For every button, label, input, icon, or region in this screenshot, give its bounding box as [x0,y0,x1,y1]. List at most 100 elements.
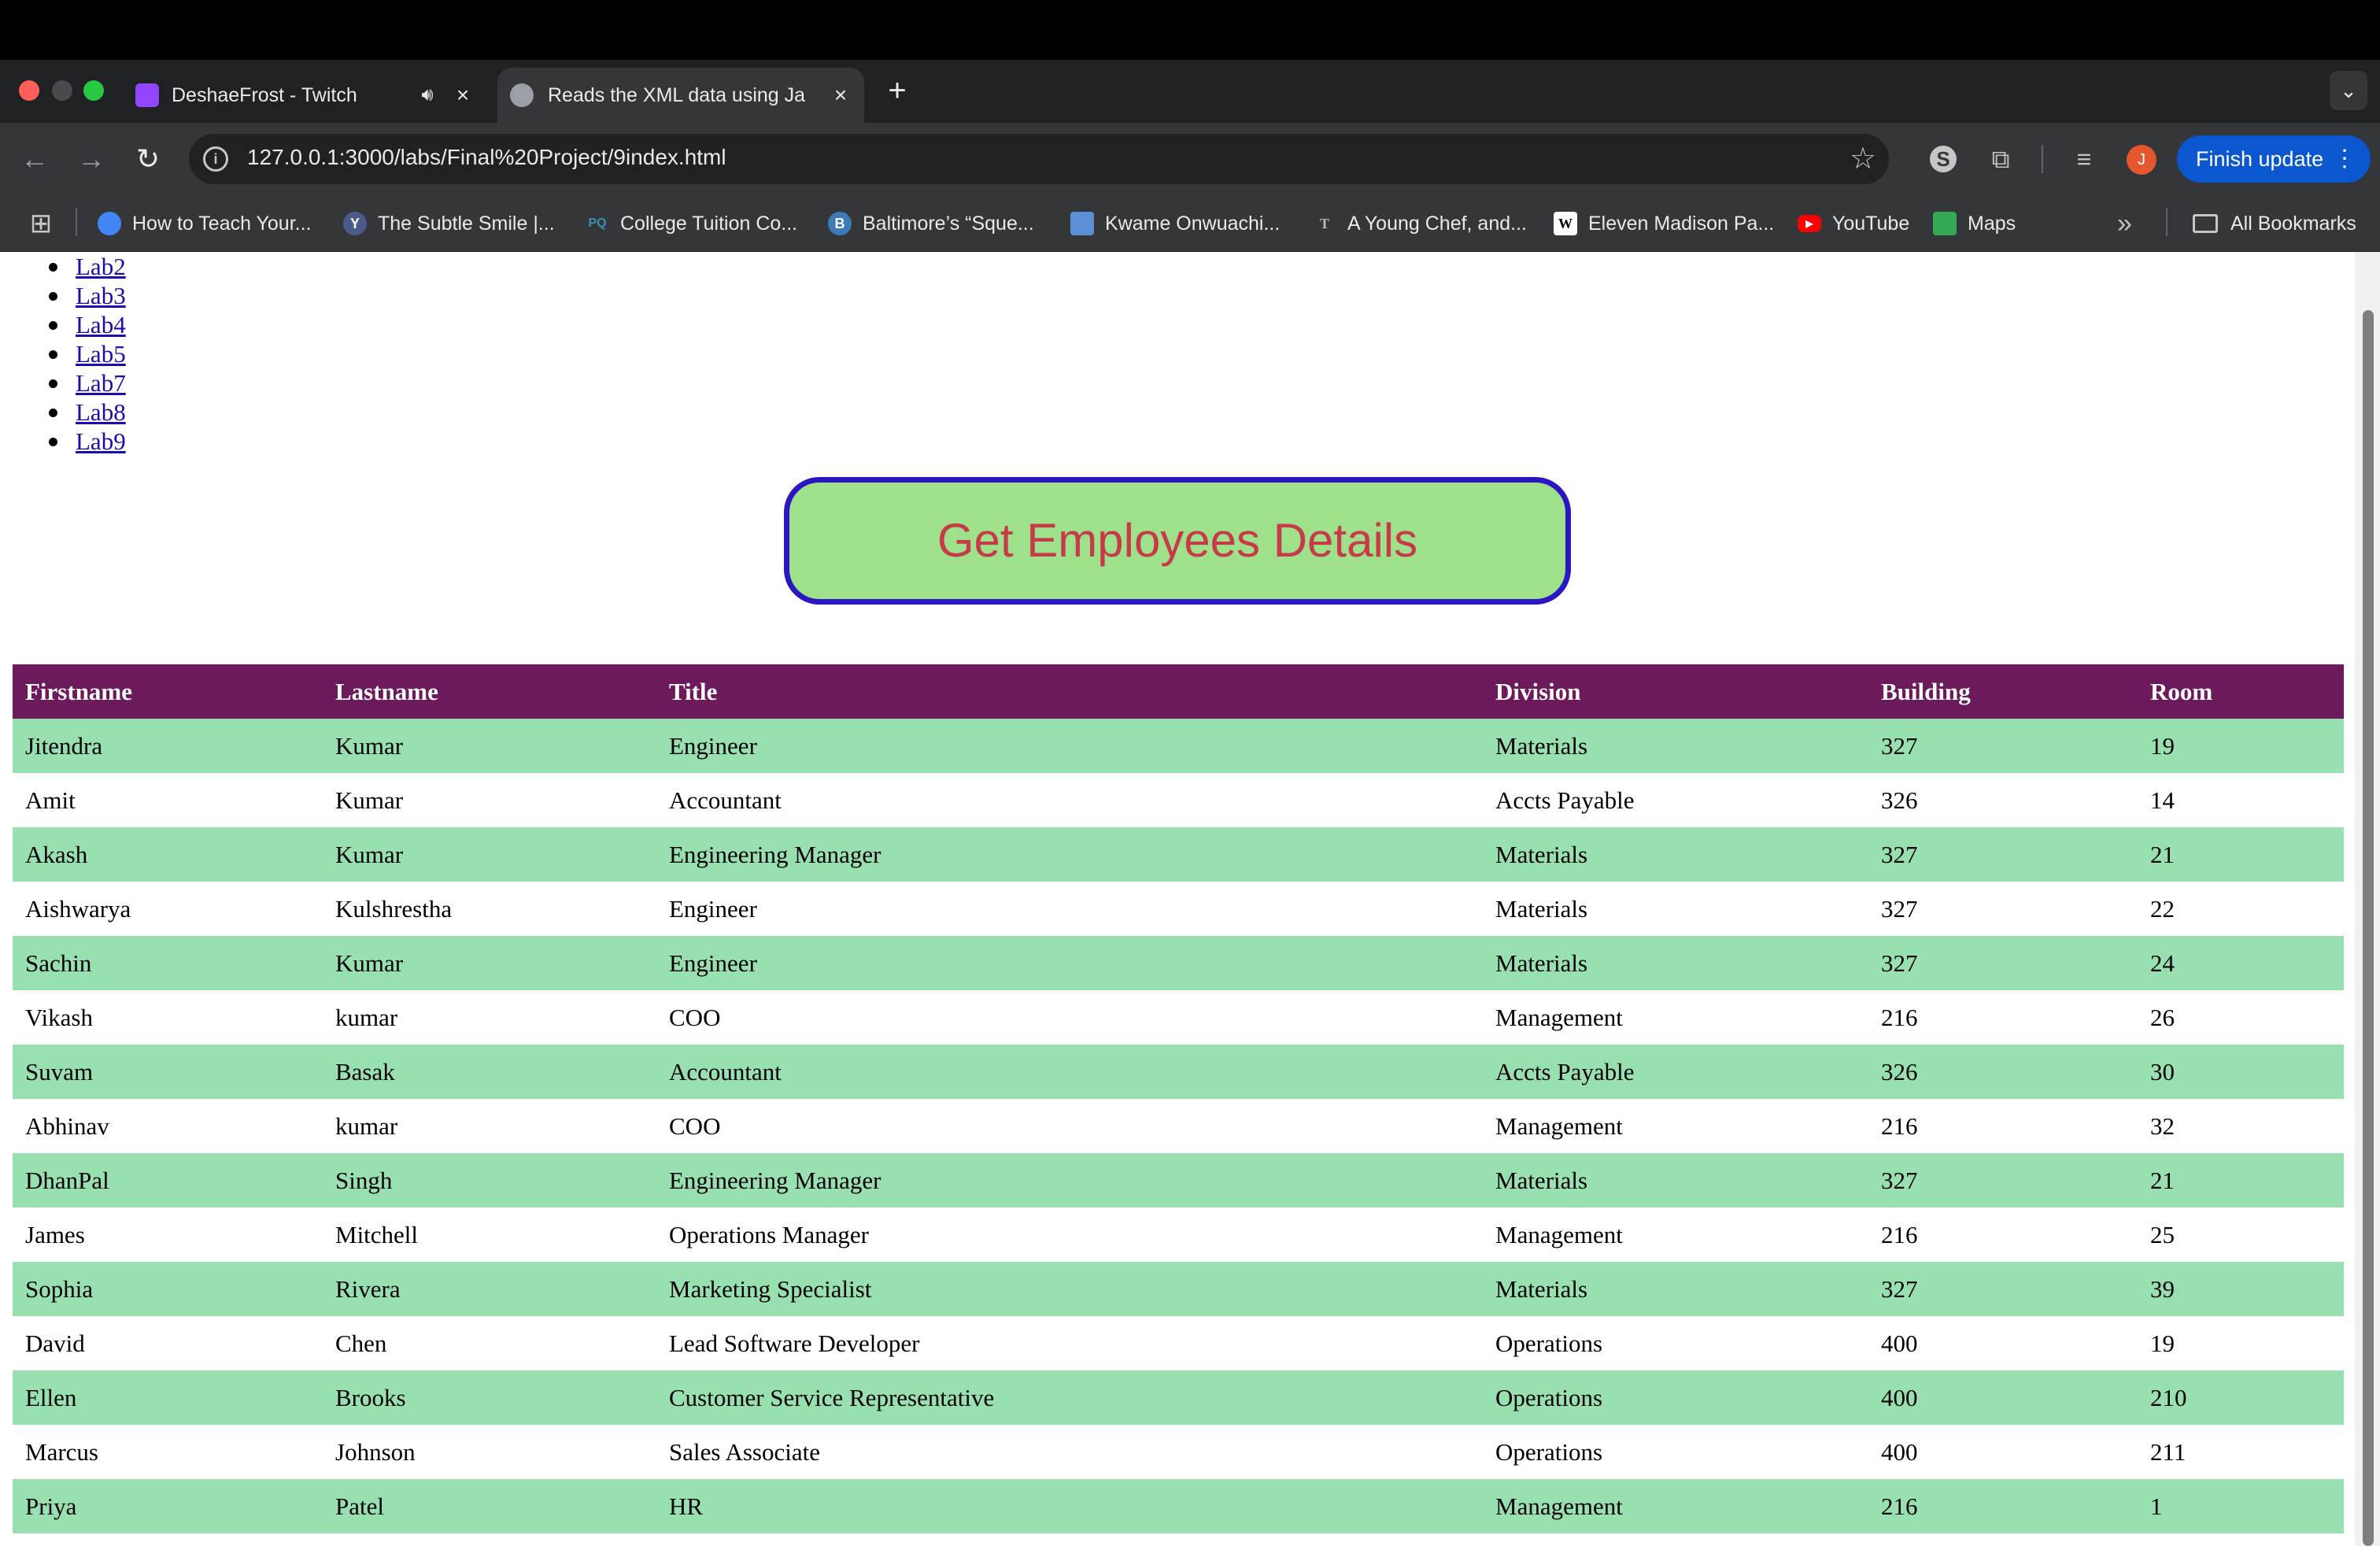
column-header: Room [2138,664,2344,719]
table-cell: Materials [1483,936,1868,990]
table-cell: Materials [1483,882,1868,936]
bookmark-item[interactable]: B Baltimore’s “Sque... [828,206,1034,241]
maximize-window-button[interactable] [83,80,104,101]
table-cell: Materials [1483,719,1868,773]
table-cell: Sophia [13,1262,323,1316]
lab-link-lab8[interactable]: Lab8 [76,398,126,426]
table-cell: 210 [2138,1370,2344,1425]
bookmark-item[interactable]: W Eleven Madison Pa... [1554,206,1774,241]
table-row: Suvam Basak Accountant Accts Payable 326 30 [13,1045,2344,1099]
table-cell: Kumar [323,773,656,827]
tab-xml-reader[interactable]: Reads the XML data using Ja × [497,68,864,123]
table-cell: 14 [2138,773,2344,827]
get-employees-details-button[interactable]: Get Employees Details [784,477,1571,605]
reload-button[interactable]: ↻ [129,140,167,178]
table-cell: 211 [2138,1425,2344,1479]
lab-link-lab9[interactable]: Lab9 [76,427,126,455]
table-cell: Vikash [13,990,323,1045]
table-cell: 400 [1868,1370,2138,1425]
bookmark-item[interactable]: Y The Subtle Smile |... [343,206,555,241]
table-cell: Materials [1483,1262,1868,1316]
all-bookmarks-button[interactable]: All Bookmarks [2193,206,2356,241]
extensions-puzzle-icon[interactable]: ⧉ [1983,142,2018,176]
table-row: Priya Patel HR Management 216 1 [13,1479,2344,1533]
bookmark-item[interactable]: Maps [1933,206,2016,241]
lab-link-lab5[interactable]: Lab5 [76,340,126,368]
column-header: Firstname [13,664,323,719]
tab-title: DeshaeFrost - Twitch [172,83,357,106]
avatar[interactable]: J [2127,145,2156,175]
bookmarks-divider [76,208,77,236]
finish-update-label: Finish update [2196,147,2324,171]
minimize-window-button[interactable] [52,80,72,101]
grammarly-extension-icon[interactable]: S [1930,146,1957,172]
table-row: Marcus Johnson Sales Associate Operations 40… [13,1425,2344,1479]
table-cell: HR [656,1479,1483,1533]
site-info-icon[interactable]: i [203,146,228,172]
bookmark-star-icon[interactable]: ☆ [1850,142,1876,176]
bookmark-item[interactable]: T A Young Chef, and... [1313,206,1527,241]
media-controls-icon[interactable]: ≡ [2067,142,2101,176]
table-cell: Engineer [656,882,1483,936]
lab-list-item: Lab5 [0,339,126,368]
table-cell: Engineering Manager [656,827,1483,882]
table-cell: Operations [1483,1316,1868,1370]
close-tab-icon[interactable]: × [825,83,856,108]
table-cell: Management [1483,990,1868,1045]
table-cell: 216 [1868,1208,2138,1262]
lab-link-lab7[interactable]: Lab7 [76,369,126,397]
lab-link-lab2[interactable]: Lab2 [76,253,126,280]
table-cell: kumar [323,1099,656,1153]
table-cell: 32 [2138,1099,2344,1153]
bookmark-item[interactable]: How to Teach Your... [98,206,311,241]
tab-twitch[interactable]: DeshaeFrost - Twitch 🔊︎ × [126,68,488,123]
maps-icon [1933,212,1957,235]
more-bookmarks-icon[interactable]: » [2117,206,2132,241]
finish-update-button[interactable]: Finish update ⋮ [2177,135,2371,183]
table-cell: Accountant [656,1045,1483,1099]
table-cell: Johnson [323,1425,656,1479]
new-tab-button[interactable]: + [881,71,913,110]
table-cell: Operations Manager [656,1208,1483,1262]
table-cell: James [13,1208,323,1262]
table-cell: 19 [2138,1316,2344,1370]
table-cell: Accts Payable [1483,773,1868,827]
bookmark-item[interactable]: Kwame Onwuachi... [1070,206,1280,241]
table-cell: 25 [2138,1208,2344,1262]
yale-icon: Y [343,212,367,235]
table-cell: Kumar [323,719,656,773]
lab-list-item: Lab4 [0,310,126,339]
more-menu-icon[interactable]: ⋮ [2333,135,2356,183]
speaker-icon[interactable]: 🔊︎ [408,84,447,106]
table-cell: Sales Associate [656,1425,1483,1479]
bookmark-label: The Subtle Smile |... [378,212,555,235]
table-cell: 19 [2138,719,2344,773]
forward-button[interactable]: → [72,140,110,178]
b-circle-icon: B [828,212,852,235]
table-cell: Marketing Specialist [656,1262,1483,1316]
back-button[interactable]: ← [16,140,54,178]
globe-blue-icon [98,212,121,235]
scrollbar-thumb[interactable] [2363,310,2374,1546]
bookmark-item[interactable]: PQ College Tuition Co... [586,206,797,241]
table-cell: Priya [13,1479,323,1533]
table-cell: 26 [2138,990,2344,1045]
table-cell: 1 [2138,1479,2344,1533]
table-cell: Management [1483,1208,1868,1262]
url-text[interactable]: 127.0.0.1:3000/labs/Final%20Project/9ind… [247,145,726,170]
table-cell: 39 [2138,1262,2344,1316]
lab-link-lab4[interactable]: Lab4 [76,311,126,338]
table-cell: 400 [1868,1425,2138,1479]
table-cell: 216 [1868,1479,2138,1533]
table-cell: Accountant [656,773,1483,827]
close-window-button[interactable] [19,80,39,101]
nyt-icon: T [1313,212,1336,235]
table-row: Ellen Brooks Customer Service Representati… [13,1370,2344,1425]
close-tab-icon[interactable]: × [447,83,479,108]
tab-search-button[interactable]: ⌄ [2330,71,2367,110]
apps-grid-icon[interactable]: ⊞ [27,209,55,238]
bookmark-item[interactable]: ▶ YouTube [1798,206,1909,241]
lab-link-lab3[interactable]: Lab3 [76,282,126,309]
table-cell: Abhinav [13,1099,323,1153]
table-cell: 216 [1868,1099,2138,1153]
